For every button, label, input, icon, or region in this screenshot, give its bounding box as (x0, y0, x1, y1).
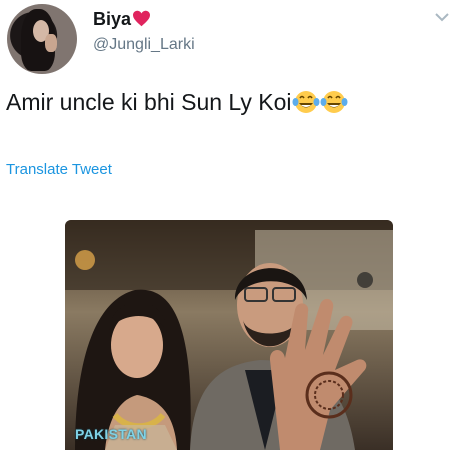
display-name-text: Biya (93, 9, 132, 29)
avatar[interactable] (7, 4, 77, 74)
photo-watermark: PAKISTAN (75, 426, 147, 442)
chevron-down-icon[interactable] (435, 12, 449, 22)
emoji-row (292, 89, 348, 115)
tweet-media-photo[interactable]: PAKISTAN (65, 220, 393, 450)
avatar-hand (45, 34, 57, 52)
tweet-text: Amir uncle ki bhi Sun Ly Koi (6, 89, 348, 116)
laughing-tears-emoji-icon (292, 90, 320, 113)
tweet-text-body: Amir uncle ki bhi Sun Ly Koi (6, 89, 292, 115)
heart-icon (133, 11, 151, 27)
photo-illustration (65, 220, 393, 450)
user-handle[interactable]: @Jungli_Larki (93, 36, 195, 54)
laughing-tears-emoji-icon (320, 90, 348, 113)
display-name[interactable]: Biya (93, 9, 151, 30)
translate-tweet-link[interactable]: Translate Tweet (6, 161, 112, 178)
